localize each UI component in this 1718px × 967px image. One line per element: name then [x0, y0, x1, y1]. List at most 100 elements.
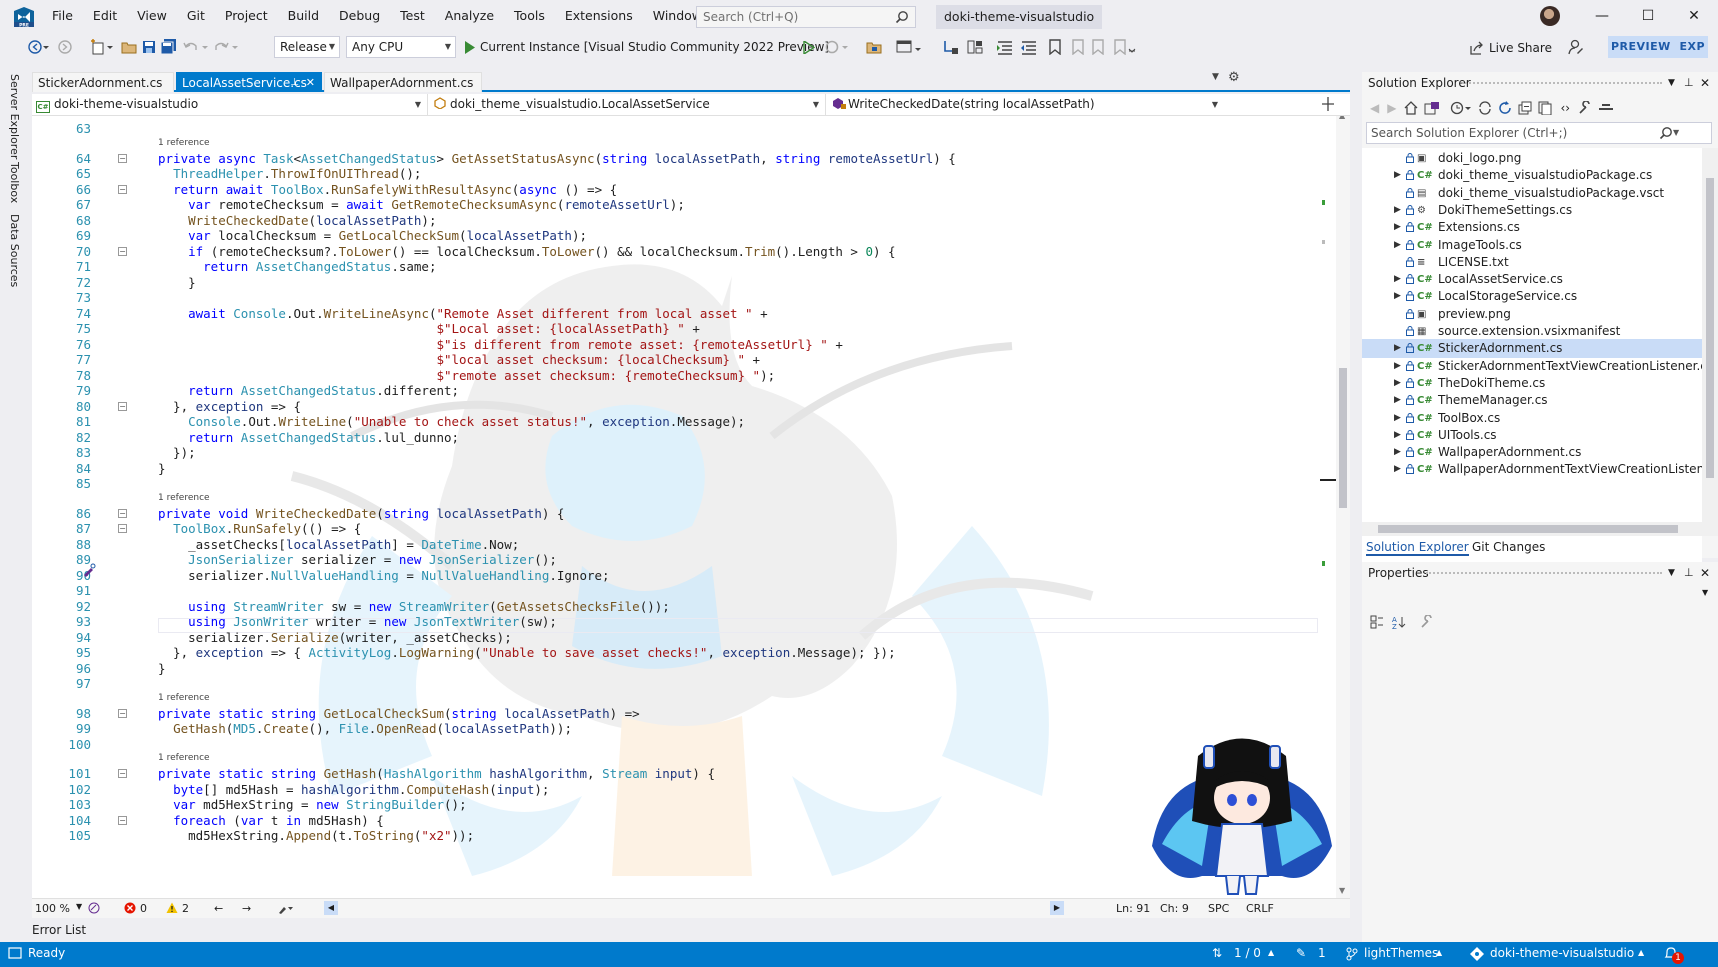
- code-line[interactable]: $"is different from remote asset: {remot…: [158, 336, 842, 353]
- collapse-region-icon[interactable]: −: [118, 153, 127, 163]
- code-line[interactable]: serializer.Serialize(writer, _assetCheck…: [158, 629, 512, 646]
- home-icon[interactable]: [1404, 101, 1418, 115]
- close-panel-icon[interactable]: ✕: [1700, 72, 1710, 94]
- live-share-button[interactable]: Live Share: [1470, 37, 1552, 59]
- code-line[interactable]: foreach (var t in md5Hash) {: [158, 812, 384, 829]
- expand-arrow-icon[interactable]: ▶: [1394, 374, 1401, 393]
- scrollbar-thumb[interactable]: [1706, 178, 1714, 478]
- collapse-region-icon[interactable]: −: [118, 815, 127, 825]
- scrollbar-thumb[interactable]: [1378, 525, 1678, 533]
- collapse-region-icon[interactable]: −: [118, 524, 127, 533]
- codelens-reference[interactable]: 1 reference: [158, 692, 210, 704]
- tab-overflow-icon[interactable]: ▼: [1212, 72, 1219, 82]
- quick-action-brush-icon[interactable]: [82, 563, 96, 577]
- pending-changes-filter-icon[interactable]: [1450, 101, 1472, 115]
- server-explorer-tab[interactable]: Server Explorer: [8, 74, 21, 159]
- menu-item-edit[interactable]: Edit: [83, 0, 127, 32]
- refresh-icon[interactable]: [1498, 101, 1512, 115]
- comment-lines-icon[interactable]: [994, 37, 1016, 57]
- code-line[interactable]: await Console.Out.WriteLineAsync("Remote…: [158, 305, 768, 322]
- collapse-region-icon[interactable]: −: [118, 508, 127, 518]
- user-avatar[interactable]: [1540, 6, 1560, 26]
- menu-item-test[interactable]: Test: [390, 0, 435, 32]
- code-line[interactable]: ToolBox.RunSafely(() => {: [158, 520, 361, 537]
- code-line[interactable]: private static string GetLocalCheckSum(s…: [158, 705, 640, 722]
- code-line[interactable]: return await ToolBox.RunSafelyWithResult…: [158, 181, 617, 198]
- column-number[interactable]: Ch: 9: [1160, 902, 1189, 915]
- browse-folder-icon[interactable]: [864, 37, 884, 57]
- preview-badge[interactable]: PREVIEW EXP: [1608, 36, 1708, 58]
- tab-settings-gear-icon[interactable]: ⚙: [1228, 70, 1240, 85]
- pin-icon[interactable]: ⊥: [1684, 562, 1694, 584]
- sync-icon[interactable]: [1478, 101, 1492, 115]
- object-dropdown-icon[interactable]: ▼: [1702, 588, 1708, 597]
- close-tab-icon[interactable]: ✕: [306, 73, 315, 93]
- uncomment-lines-icon[interactable]: [1018, 37, 1040, 57]
- code-line[interactable]: Console.Out.WriteLine("Unable to check a…: [158, 413, 745, 430]
- next-issue-icon[interactable]: →: [242, 902, 251, 915]
- navigate-forward-icon[interactable]: [56, 37, 74, 57]
- code-line[interactable]: GetHash(MD5.Create(), File.OpenRead(loca…: [158, 720, 572, 737]
- tree-item[interactable]: ▶ C# doki_theme_visualstudioPackage.cs: [1362, 166, 1702, 185]
- collapse-all-icon[interactable]: [1518, 101, 1532, 115]
- tab-local-asset-service[interactable]: LocalAssetService.cs ⊥ ✕: [176, 72, 322, 92]
- expand-arrow-icon[interactable]: ▶: [1394, 270, 1401, 289]
- expand-arrow-icon[interactable]: ▶: [1394, 426, 1401, 445]
- expand-arrow-icon[interactable]: ▶: [1394, 166, 1401, 185]
- code-line[interactable]: private void WriteCheckedDate(string loc…: [158, 505, 564, 522]
- notification-count[interactable]: 1: [1672, 952, 1684, 964]
- maximize-icon[interactable]: ☐: [1625, 0, 1671, 32]
- code-line[interactable]: serializer.NullValueHandling = NullValue…: [158, 567, 609, 584]
- code-line[interactable]: byte[] md5Hash = hashAlgorithm.ComputeHa…: [158, 781, 549, 798]
- chevron-up-icon[interactable]: ▲: [1436, 948, 1442, 957]
- chevron-up-icon[interactable]: ▲: [1268, 948, 1274, 957]
- tree-item[interactable]: ▶ C# ThemeManager.cs: [1362, 391, 1702, 410]
- code-line[interactable]: return AssetChangedStatus.same;: [158, 258, 436, 275]
- configuration-dropdown[interactable]: Release ▼: [274, 36, 340, 58]
- menu-item-project[interactable]: Project: [215, 0, 278, 32]
- new-project-icon[interactable]: [88, 37, 116, 57]
- code-line[interactable]: _assetChecks[localAssetPath] = DateTime.…: [158, 536, 519, 553]
- code-editor[interactable]: 63 1 reference 64 − private async Task<Asset…: [32, 116, 1350, 898]
- repository-name[interactable]: doki-theme-visualstudio: [1490, 946, 1634, 960]
- close-panel-icon[interactable]: ✕: [1700, 562, 1710, 584]
- collapse-region-icon[interactable]: −: [118, 708, 127, 718]
- scrollbar-thumb[interactable]: [1339, 368, 1347, 508]
- bookmark-icon[interactable]: [1046, 37, 1064, 57]
- tree-item[interactable]: ▶ C# LocalAssetService.cs: [1362, 270, 1702, 289]
- menu-item-view[interactable]: View: [127, 0, 177, 32]
- tab-wallpaper-adornment[interactable]: WallpaperAdornment.cs: [324, 72, 482, 92]
- code-line[interactable]: });: [158, 444, 196, 461]
- tree-item[interactable]: ▤ doki_theme_visualstudioPackage.vsct: [1362, 184, 1702, 203]
- menu-item-analyze[interactable]: Analyze: [435, 0, 504, 32]
- indentation-mode[interactable]: SPC: [1208, 902, 1229, 915]
- collapse-region-icon[interactable]: −: [118, 769, 127, 778]
- step-into-icon[interactable]: [940, 37, 962, 57]
- show-all-files-icon[interactable]: [1538, 101, 1552, 115]
- solution-search-input[interactable]: Search Solution Explorer (Ctrl+;) ▼: [1366, 122, 1712, 144]
- tree-item[interactable]: ▶ C# LocalStorageService.cs: [1362, 287, 1702, 306]
- tree-item[interactable]: ▶ ⚙ DokiThemeSettings.cs: [1362, 201, 1702, 220]
- code-line[interactable]: using StreamWriter sw = new StreamWriter…: [158, 598, 670, 615]
- back-icon[interactable]: ◀: [1370, 101, 1379, 115]
- project-dropdown[interactable]: C# doki-theme-visualstudio ▼: [32, 94, 428, 115]
- expand-arrow-icon[interactable]: ▶: [1394, 409, 1401, 428]
- tree-item[interactable]: ▣ doki_logo.png: [1362, 149, 1702, 168]
- commits-sync[interactable]: 1 / 0: [1234, 946, 1261, 960]
- tab-git-changes[interactable]: Git Changes: [1472, 540, 1545, 554]
- expand-arrow-icon[interactable]: ▶: [1394, 218, 1401, 237]
- menu-item-debug[interactable]: Debug: [329, 0, 390, 32]
- menu-item-git[interactable]: Git: [177, 0, 215, 32]
- view-code-icon[interactable]: ‹›: [1560, 101, 1570, 115]
- expand-arrow-icon[interactable]: ▶: [1394, 357, 1401, 376]
- save-all-icon[interactable]: [160, 37, 178, 57]
- clear-bookmarks-icon[interactable]: [1112, 37, 1140, 57]
- tree-item[interactable]: ▦ source.extension.vsixmanifest: [1362, 322, 1702, 341]
- code-line[interactable]: return AssetChangedStatus.lul_dunno;: [158, 429, 459, 446]
- expand-arrow-icon[interactable]: ▶: [1394, 339, 1401, 358]
- tab-solution-explorer[interactable]: Solution Explorer: [1366, 540, 1469, 556]
- tree-item[interactable]: ▶ C# WallpaperAdornmentTextViewCreationLis…: [1362, 460, 1702, 479]
- tree-item[interactable]: ▶ C# TheDokiTheme.cs: [1362, 374, 1702, 393]
- expand-arrow-icon[interactable]: ▶: [1394, 391, 1401, 410]
- output-window-icon[interactable]: [8, 947, 22, 959]
